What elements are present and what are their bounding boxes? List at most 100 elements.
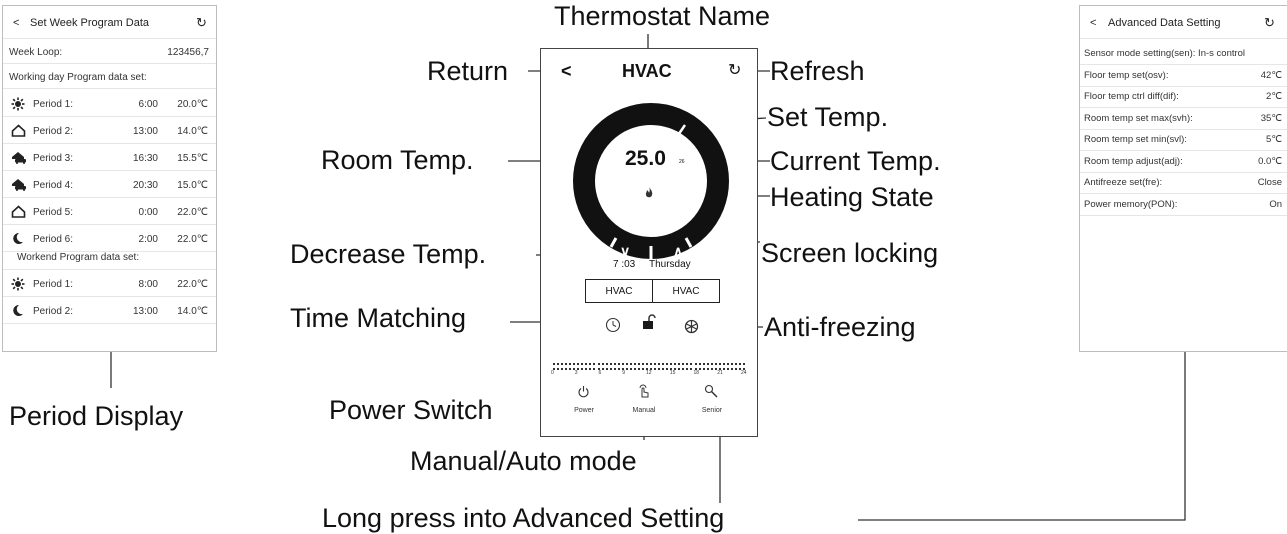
schedule-dot: [686, 368, 689, 370]
refresh-icon[interactable]: ↻: [196, 15, 207, 31]
period-label: Period 1:: [33, 99, 74, 110]
week-loop-label: Week Loop:: [9, 47, 63, 58]
schedule-dot: [621, 363, 624, 365]
schedule-dot: [743, 363, 745, 365]
back-button[interactable]: <: [1090, 17, 1096, 29]
manual-icon[interactable]: [637, 384, 651, 404]
schedule-dot: [569, 363, 572, 365]
schedule-dot: [690, 368, 693, 370]
period-label: Period 2:: [33, 126, 74, 137]
schedule-dot: [625, 368, 628, 370]
period-temp[interactable]: 22.0℃: [177, 234, 208, 245]
hour-tick-label: 9: [622, 370, 626, 376]
period-label: Period 5:: [33, 207, 74, 218]
schedule-dot: [678, 363, 681, 365]
hour-tick-label: 0: [551, 370, 554, 376]
schedule-dot: [726, 363, 729, 365]
car-home-icon: [11, 151, 27, 169]
period-time[interactable]: 0:00: [139, 207, 158, 218]
schedule-dot: [654, 363, 657, 365]
callout-heating-state: Heating State: [770, 182, 934, 212]
callout-power-switch: Power Switch: [329, 395, 493, 425]
setting-value[interactable]: 5℃: [1266, 134, 1282, 145]
schedule-dot: [593, 368, 596, 370]
schedule-dot: [617, 368, 620, 370]
schedule-dot: [706, 363, 709, 365]
callout-decrease-temp: Decrease Temp.: [290, 239, 487, 269]
weekend-header: Workend Program data set:: [17, 252, 140, 263]
senior-icon[interactable]: [704, 384, 719, 404]
refresh-icon[interactable]: ↻: [728, 60, 741, 80]
time-schedule-bar[interactable]: 0 3 6 9 12 15 18 21 24: [549, 361, 747, 379]
period-time[interactable]: 20:30: [133, 180, 158, 191]
setting-value[interactable]: 0.0℃: [1258, 156, 1282, 167]
schedule-dot: [698, 363, 701, 365]
car-home-icon: [11, 178, 27, 196]
home-icon: [11, 124, 26, 142]
setting-value[interactable]: 35℃: [1261, 113, 1282, 124]
schedule-dot: [670, 363, 673, 365]
setting-label: Sensor mode setting(sen): In-s control: [1084, 48, 1246, 59]
period-time[interactable]: 13:00: [133, 126, 158, 137]
hour-tick-label: 24: [741, 370, 747, 376]
period-time[interactable]: 6:00: [139, 99, 158, 110]
schedule-dot: [625, 363, 628, 365]
mode-box-left[interactable]: HVAC: [585, 279, 653, 303]
sun-icon: [11, 277, 25, 296]
schedule-dot: [641, 363, 644, 365]
power-icon[interactable]: [577, 385, 590, 401]
working-day-header: Working day Program data set:: [9, 72, 147, 83]
schedule-dot: [565, 363, 568, 365]
schedule-dot: [682, 363, 685, 365]
anti-freezing-icon[interactable]: [684, 319, 699, 334]
sun-icon: [11, 97, 25, 116]
schedule-dot: [654, 368, 657, 370]
schedule-dot: [714, 363, 717, 365]
setting-label: Room temp set max(svh):: [1084, 112, 1193, 124]
setting-value[interactable]: Close: [1258, 177, 1282, 188]
increase-temp-button[interactable]: ∧: [673, 243, 683, 260]
schedule-dot: [718, 363, 721, 365]
temperature-dial[interactable]: [566, 96, 736, 266]
back-button[interactable]: <: [13, 17, 19, 29]
callout-room-temp: Room Temp.: [321, 145, 474, 175]
period-time[interactable]: 2:00: [139, 234, 158, 245]
week-loop-value: 123456,7: [167, 47, 209, 58]
refresh-icon[interactable]: ↻: [1264, 15, 1275, 31]
schedule-dot: [682, 368, 685, 370]
schedule-dot: [609, 368, 612, 370]
decrease-temp-button[interactable]: ∨: [620, 243, 630, 260]
setting-value[interactable]: 42℃: [1261, 70, 1282, 81]
schedule-dot: [662, 368, 665, 370]
period-time[interactable]: 13:00: [133, 306, 158, 317]
setting-value[interactable]: On: [1269, 199, 1282, 210]
callout-set-temp: Set Temp.: [767, 102, 889, 132]
schedule-dot: [593, 363, 596, 365]
return-button[interactable]: <: [561, 61, 572, 82]
callout-thermostat-name: Thermostat Name: [554, 1, 771, 31]
schedule-dot: [722, 363, 725, 365]
period-temp[interactable]: 14.0℃: [177, 306, 208, 317]
mode-box-right[interactable]: HVAC: [652, 279, 720, 303]
callout-anti-freezing: Anti-freezing: [764, 312, 916, 342]
period-temp[interactable]: 22.0℃: [177, 279, 208, 290]
setting-label: Antifreeze set(fre):: [1084, 177, 1163, 188]
period-label: Period 2:: [33, 306, 74, 317]
advanced-setting-panel: < Advanced Data Setting ↻ Sensor mode se…: [1079, 5, 1287, 352]
period-temp[interactable]: 22.0℃: [177, 207, 208, 218]
period-temp[interactable]: 15.5℃: [177, 153, 208, 164]
setting-value[interactable]: 2℃: [1266, 91, 1282, 102]
time-matching-icon[interactable]: [605, 317, 621, 333]
schedule-dot: [617, 363, 620, 365]
schedule-dot: [585, 368, 588, 370]
thermostat-name: HVAC: [622, 61, 672, 81]
period-temp[interactable]: 14.0℃: [177, 126, 208, 137]
screen-lock-icon[interactable]: [641, 313, 657, 331]
hour-tick-label: 12: [646, 370, 652, 376]
panel-title: Advanced Data Setting: [1108, 17, 1221, 29]
period-time[interactable]: 16:30: [133, 153, 158, 164]
setting-label: Room temp set min(svl):: [1084, 134, 1187, 145]
period-temp[interactable]: 20.0℃: [177, 99, 208, 110]
period-time[interactable]: 8:00: [139, 279, 158, 290]
period-temp[interactable]: 15.0℃: [177, 180, 208, 191]
